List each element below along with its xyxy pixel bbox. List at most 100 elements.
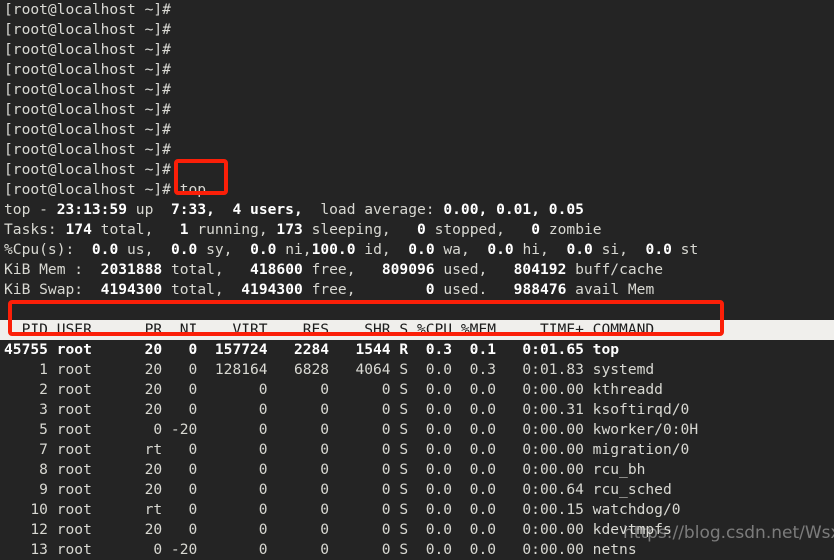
top-load-label: load average: xyxy=(302,201,444,218)
shell-prompt-text: [root@localhost ~]# xyxy=(4,61,171,78)
top-uptime-line: top - 23:13:59 up 7:33, 4 users, load av… xyxy=(0,200,834,220)
mem-free-label: free, xyxy=(302,261,356,278)
process-table-row: 45755 root 20 0 157724 2284 1544 R 0.3 0… xyxy=(4,341,620,358)
csp6 xyxy=(470,241,488,258)
csp2 xyxy=(153,241,171,258)
tasks-running-label: running, xyxy=(188,221,268,238)
mem-total: 2031888 xyxy=(100,261,163,278)
tasks-sleeping: 173 xyxy=(276,221,303,238)
swap-free: 4194300 xyxy=(241,281,303,298)
cpu-ni: 0.0 xyxy=(250,241,277,258)
cpu-wa-label: wa, xyxy=(434,241,470,258)
cpu-label: %Cpu(s): xyxy=(4,241,75,258)
cpu-ni-label: ni, xyxy=(276,241,312,258)
shell-prompt-text: [root@localhost ~]# xyxy=(4,1,171,18)
sp1 xyxy=(57,221,66,238)
top-uptime-value: 7:33, xyxy=(162,201,215,218)
csp8 xyxy=(628,241,646,258)
tasks-stopped-label: stopped, xyxy=(425,221,505,238)
tasks-sleeping-label: sleeping, xyxy=(302,221,391,238)
typed-command-text: top xyxy=(170,181,207,198)
process-table-body: 45755 root 20 0 157724 2284 1544 R 0.3 0… xyxy=(0,340,834,560)
blank-separator-line xyxy=(0,300,834,320)
cpu-us-label: us, xyxy=(118,241,154,258)
shell-prompt-text: [root@localhost ~]# xyxy=(4,161,171,178)
process-table-row: 10 root rt 0 0 0 0 S 0.0 0.0 0:00.15 wat… xyxy=(4,501,681,518)
sp4 xyxy=(391,221,417,238)
cpu-si-label: si, xyxy=(592,241,628,258)
tasks-label: Tasks: xyxy=(4,221,57,238)
process-table-row: 1 root 20 0 128164 6828 4064 S 0.0 0.3 0… xyxy=(4,361,655,378)
swap-used: 0 xyxy=(425,281,435,298)
tasks-stopped: 0 xyxy=(417,221,426,238)
swap-total: 4194300 xyxy=(100,281,163,298)
cpu-hi: 0.0 xyxy=(487,241,514,258)
mem-total-label: total, xyxy=(162,261,224,278)
cpu-st: 0.0 xyxy=(645,241,672,258)
swap-label: KiB Swap: xyxy=(4,281,84,298)
swap-free-label: free, xyxy=(302,281,356,298)
process-table-row: 12 root 20 0 0 0 0 S 0.0 0.0 0:00.00 kde… xyxy=(4,521,672,538)
cpu-id: 100.0 xyxy=(311,241,356,258)
cpu-sy: 0.0 xyxy=(170,241,198,258)
shell-prompt-text: [root@localhost ~]# xyxy=(4,81,171,98)
top-time: 23:13:59 xyxy=(56,201,128,218)
process-table-row: 9 root 20 0 0 0 0 S 0.0 0.0 0:00.64 rcu_… xyxy=(4,481,672,498)
swap-avail: 988476 xyxy=(513,281,567,298)
mem-buffcache-label: buff/cache xyxy=(566,261,664,278)
top-mem-line: KiB Mem : 2031888 total, 418600 free, 80… xyxy=(0,260,834,280)
terminal-window[interactable]: [root@localhost ~]# [root@localhost ~]# [r… xyxy=(0,0,834,560)
tasks-running: 1 xyxy=(179,221,189,238)
cpu-sy-label: sy, xyxy=(197,241,233,258)
process-table-header: PID USER PR NI VIRT RES SHR S %CPU %MEM … xyxy=(0,320,834,340)
sp5 xyxy=(505,221,531,238)
shell-prompt-line: [root@localhost ~]# xyxy=(0,40,834,60)
shell-prompt-line: [root@localhost ~]# xyxy=(0,60,834,80)
mem-buffcache: 804192 xyxy=(513,261,567,278)
top-tasks-line: Tasks: 174 total, 1 running, 173 sleepin… xyxy=(0,220,834,240)
msp2 xyxy=(224,261,250,278)
process-table-row: 7 root rt 0 0 0 0 S 0.0 0.0 0:00.00 migr… xyxy=(4,441,690,458)
cpu-si: 0.0 xyxy=(566,241,593,258)
shell-prompt-text: [root@localhost ~]# xyxy=(4,141,171,158)
shell-prompt-line: [root@localhost ~]# xyxy=(0,0,834,20)
msp4 xyxy=(487,261,513,278)
msp1 xyxy=(83,261,101,278)
sp2 xyxy=(153,221,179,238)
swap-total-label: total, xyxy=(162,281,224,298)
shell-prompt-block: [root@localhost ~]# [root@localhost ~]# [r… xyxy=(0,0,834,200)
cpu-wa: 0.0 xyxy=(408,241,435,258)
swap-avail-label: avail Mem xyxy=(566,281,655,298)
tasks-total: 174 xyxy=(65,221,92,238)
ssp3 xyxy=(356,281,426,298)
shell-prompt-text: [root@localhost ~]# xyxy=(4,21,171,38)
cpu-st-label: st xyxy=(671,241,699,258)
shell-prompt-text: [root@localhost ~]# xyxy=(4,181,171,198)
mem-free: 418600 xyxy=(250,261,303,278)
ssp1 xyxy=(83,281,101,298)
tasks-zombie-label: zombie xyxy=(540,221,602,238)
shell-prompt-line: [root@localhost ~]# xyxy=(0,80,834,100)
ssp4 xyxy=(487,281,513,298)
mem-used-label: used, xyxy=(434,261,488,278)
shell-prompt-text: [root@localhost ~]# xyxy=(4,121,171,138)
msp3 xyxy=(355,261,381,278)
cpu-hi-label: hi, xyxy=(513,241,549,258)
csp5 xyxy=(391,241,409,258)
cpu-us: 0.0 xyxy=(91,241,119,258)
shell-prompt-line: [root@localhost ~]# top xyxy=(0,180,834,200)
shell-prompt-line: [root@localhost ~]# xyxy=(0,120,834,140)
tasks-zombie: 0 xyxy=(531,221,541,238)
shell-prompt-line: [root@localhost ~]# xyxy=(0,140,834,160)
csp3 xyxy=(232,241,250,258)
top-cpu-line: %Cpu(s): 0.0 us, 0.0 sy, 0.0 ni,100.0 id… xyxy=(0,240,834,260)
cpu-id-label: id, xyxy=(355,241,391,258)
swap-used-label: used. xyxy=(434,281,488,298)
shell-prompt-line: [root@localhost ~]# xyxy=(0,100,834,120)
process-table-row: 8 root 20 0 0 0 0 S 0.0 0.0 0:00.00 rcu_… xyxy=(4,461,646,478)
top-load-values: 0.00, 0.01, 0.05 xyxy=(443,201,584,218)
ssp2 xyxy=(224,281,242,298)
top-users: 4 users, xyxy=(214,201,303,218)
process-table-row: 2 root 20 0 0 0 0 S 0.0 0.0 0:00.00 kthr… xyxy=(4,381,663,398)
top-uptime-text: top - xyxy=(4,201,57,218)
